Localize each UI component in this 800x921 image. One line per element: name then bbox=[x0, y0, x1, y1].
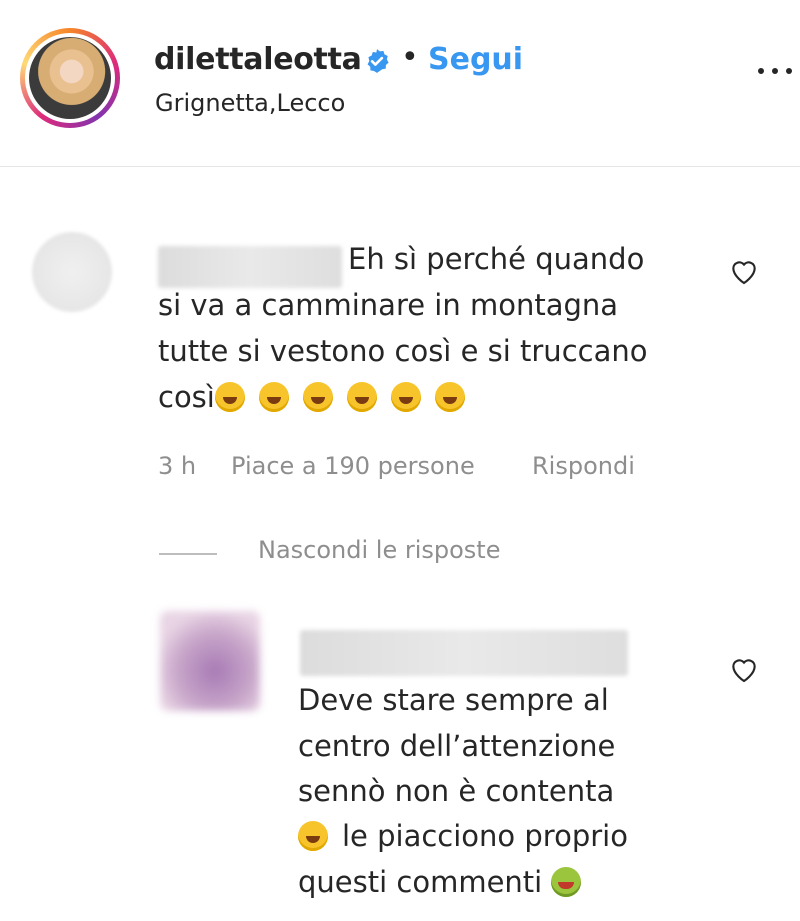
laughing-emoji-icon bbox=[302, 382, 333, 412]
separator-dot: • bbox=[401, 40, 419, 75]
comment-time: 3 h bbox=[158, 452, 197, 480]
reply-text: le piacciono proprio bbox=[298, 814, 628, 859]
hide-replies-button[interactable]: Nascondi le risposte bbox=[258, 536, 500, 564]
laughing-emoji-icon bbox=[258, 382, 289, 412]
reply-text: Deve stare sempre al bbox=[298, 683, 609, 717]
laughing-emoji-icon bbox=[298, 821, 328, 851]
laughing-emoji-icon bbox=[390, 382, 421, 412]
commenter-avatar[interactable] bbox=[32, 232, 112, 312]
comment-text: così bbox=[158, 375, 479, 420]
replies-line bbox=[159, 553, 217, 555]
reply-text: questi commenti bbox=[298, 860, 595, 905]
laughing-emoji-icon bbox=[214, 382, 245, 412]
comment-text: Eh sì perché quando bbox=[348, 242, 645, 276]
follow-button[interactable]: Segui bbox=[428, 42, 523, 77]
post-header: dilettaleotta • Segui Grignetta,Lecco bbox=[0, 0, 800, 166]
like-heart-icon[interactable] bbox=[728, 654, 760, 684]
location-link[interactable]: Grignetta,Lecco bbox=[155, 89, 345, 117]
reply-text: centro dell’attenzione bbox=[298, 729, 616, 763]
commenter-username-blurred[interactable] bbox=[158, 246, 342, 288]
username-link[interactable]: dilettaleotta bbox=[154, 42, 362, 77]
likes-count[interactable]: Piace a 190 persone bbox=[231, 452, 475, 480]
comment-text: si va a camminare in montagna bbox=[158, 288, 619, 322]
reply-button[interactable]: Rispondi bbox=[532, 452, 635, 480]
header-divider bbox=[0, 166, 800, 167]
reply-avatar[interactable] bbox=[160, 611, 260, 711]
more-options-icon[interactable] bbox=[758, 64, 792, 78]
laughing-emoji-icon bbox=[434, 382, 465, 412]
reply-username-blurred[interactable] bbox=[300, 630, 628, 676]
like-heart-icon[interactable] bbox=[728, 256, 760, 286]
laughing-emoji-icon bbox=[346, 382, 377, 412]
profile-avatar[interactable] bbox=[20, 28, 120, 128]
verified-badge-icon bbox=[367, 49, 389, 73]
nauseated-face-icon bbox=[551, 867, 582, 897]
comment-text: tutte si vestono così e si truccano bbox=[158, 334, 648, 368]
avatar-photo bbox=[29, 37, 111, 119]
reply-text: sennò non è contenta bbox=[298, 774, 615, 808]
